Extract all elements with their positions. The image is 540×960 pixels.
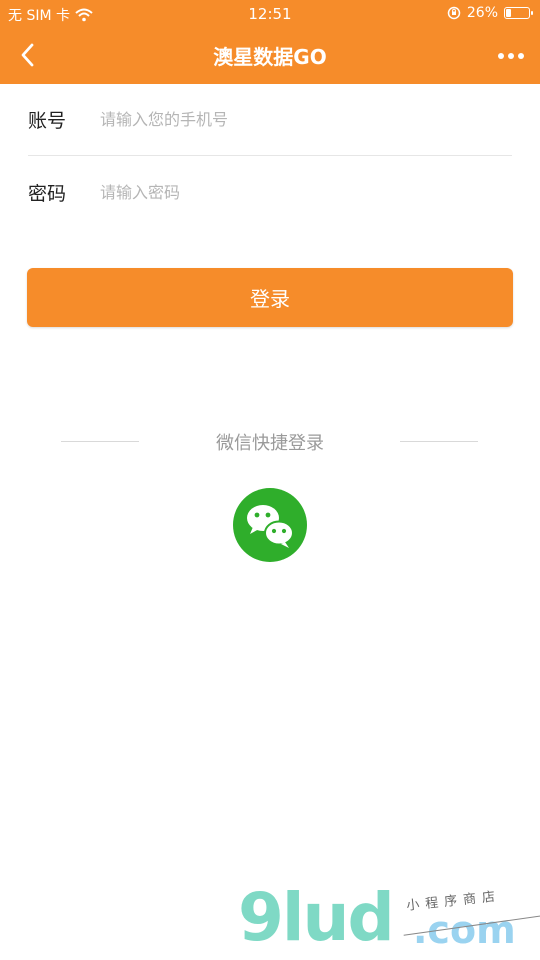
page-title: 澳星数据GO [213, 45, 327, 69]
status-bar: 无 SIM 卡 12:51 26% [0, 0, 540, 28]
quick-login-label: 微信快捷登录 [216, 433, 324, 454]
watermark-logo: 9lud [238, 879, 395, 956]
battery-percent: 26% [466, 5, 498, 21]
nav-bar: 澳星数据GO [0, 28, 540, 84]
more-dot [518, 53, 524, 59]
wechat-icon [247, 505, 294, 548]
password-input[interactable] [100, 182, 512, 202]
password-row: 密码 [28, 156, 512, 228]
wechat-login-button[interactable] [233, 488, 307, 562]
more-dot [508, 53, 514, 59]
status-right: 26% [447, 5, 533, 21]
divider-right [400, 441, 478, 442]
account-input[interactable] [100, 110, 512, 129]
battery-icon [504, 7, 533, 19]
more-dot [498, 53, 504, 59]
more-dots-icon[interactable] [494, 42, 528, 70]
login-button[interactable]: 登录 [27, 268, 513, 327]
account-row: 账号 [28, 84, 512, 156]
orientation-lock-icon [447, 6, 461, 20]
password-label: 密码 [28, 182, 67, 205]
divider-left [61, 441, 139, 442]
account-label: 账号 [28, 110, 67, 132]
watermark: 9lud .com 小程序商店 [238, 879, 540, 956]
battery-fill [506, 9, 512, 17]
